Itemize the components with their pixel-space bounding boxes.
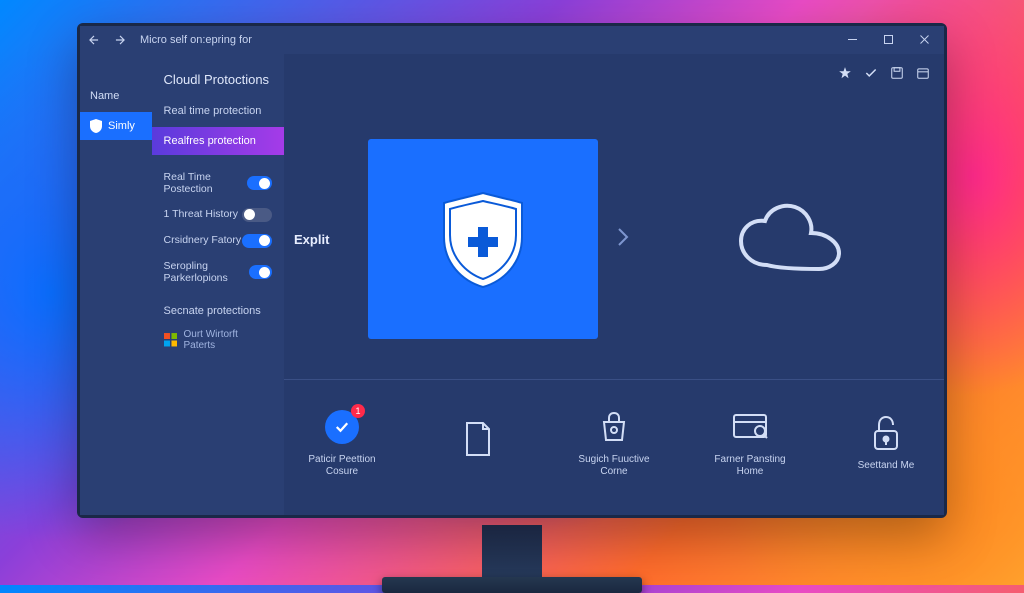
settings-panel: Cloudl Protoctions Real time protection …: [152, 54, 284, 515]
exploit-label: Explit: [294, 232, 358, 247]
toggle-switch[interactable]: [249, 265, 272, 279]
windows-icon: [164, 333, 178, 347]
patents-link[interactable]: Ourt Wirtorft Paterts: [152, 323, 284, 357]
check-icon[interactable]: [864, 66, 878, 85]
hero-shield-tile[interactable]: [368, 139, 598, 339]
card-label: Sugich Fuuctive Corne: [566, 454, 662, 478]
card-label: Seettand Me: [858, 460, 915, 472]
back-button[interactable]: [84, 30, 104, 50]
left-nav: Name Simly: [80, 54, 152, 515]
toggle-switch[interactable]: [247, 176, 272, 190]
close-button[interactable]: [908, 29, 940, 51]
feature-card[interactable]: Farner Pansting Home: [702, 408, 798, 478]
toggle-row: 1 Threat History: [152, 202, 284, 228]
bag-icon: [595, 408, 633, 446]
feature-card[interactable]: Seettand Me: [838, 414, 934, 472]
notification-badge: 1: [351, 404, 365, 418]
main-content: Explit: [284, 54, 944, 515]
toggle-row: Real Time Postection: [152, 165, 284, 202]
settings-subtitle: Real time protection: [152, 101, 284, 127]
check-icon: 1: [323, 408, 361, 446]
chevron-right-icon[interactable]: [608, 219, 638, 260]
toggle-label: 1 Threat History: [164, 208, 239, 221]
maximize-button[interactable]: [872, 29, 904, 51]
settings-section-label: Secnate protections: [152, 291, 284, 323]
settings-title: Cloudl Protoctions: [152, 66, 284, 101]
cloud-icon: [731, 199, 851, 279]
calendar-icon[interactable]: [916, 66, 930, 85]
toggle-label: Crsidnery Fatory: [164, 234, 242, 247]
feature-card[interactable]: [430, 420, 526, 466]
card-label: Farner Pansting Home: [702, 454, 798, 478]
toggle-label: Seropling Parkerlopions: [164, 260, 249, 285]
favorite-icon[interactable]: [838, 66, 852, 85]
leftnav-item-label: Simly: [108, 120, 135, 132]
lock-icon: [867, 414, 905, 452]
toggle-row: Seropling Parkerlopions: [152, 254, 284, 291]
left-nav-header: Name: [80, 90, 152, 112]
settings-active-item[interactable]: Realfres protection: [152, 127, 284, 155]
card-icon: [731, 408, 769, 446]
forward-button[interactable]: [110, 30, 130, 50]
leftnav-item-simly[interactable]: Simly: [80, 112, 152, 140]
card-label: Paticir Peettion Cosure: [294, 454, 390, 478]
feature-card[interactable]: Sugich Fuuctive Corne: [566, 408, 662, 478]
feature-card[interactable]: 1 Paticir Peettion Cosure: [294, 408, 390, 478]
toggle-label: Real Time Postection: [164, 171, 247, 196]
shield-plus-icon: [438, 189, 528, 289]
window-title: Micro self on:epring for: [140, 34, 252, 46]
minimize-button[interactable]: [836, 29, 868, 51]
save-icon[interactable]: [890, 66, 904, 85]
patents-label: Ourt Wirtorft Paterts: [183, 329, 272, 351]
doc-icon: [459, 420, 497, 458]
window-titlebar: Micro self on:epring for: [80, 26, 944, 54]
toggle-switch[interactable]: [242, 208, 272, 222]
shield-icon: [90, 119, 102, 133]
toggle-row: Crsidnery Fatory: [152, 228, 284, 254]
toggle-switch[interactable]: [242, 234, 272, 248]
